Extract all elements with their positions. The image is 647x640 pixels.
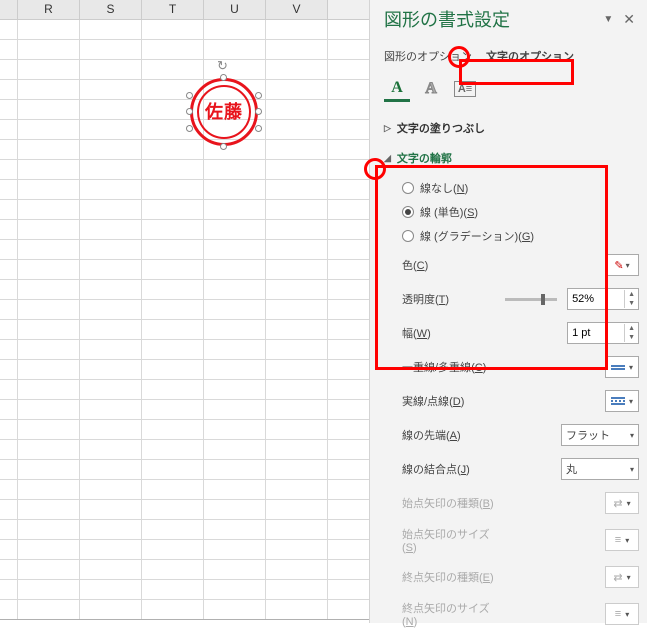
resize-handle[interactable]	[255, 92, 262, 99]
resize-handle[interactable]	[255, 108, 262, 115]
arrow-type-icon: ⇄	[613, 571, 622, 584]
arrow-size-icon: ≡	[615, 608, 621, 620]
tab-shape-options[interactable]: 図形のオプション	[384, 46, 472, 66]
join-type-combo[interactable]: 丸▾	[561, 458, 639, 480]
section-text-fill[interactable]: ▷ 文字の塗りつぶし	[384, 116, 639, 140]
spin-down-icon[interactable]: ▼	[625, 299, 638, 308]
prop-end-arrow-size: 終点矢印のサイズ(N) ≡▾	[402, 594, 639, 634]
stamp-inner-circle: 佐藤	[197, 85, 251, 139]
prop-transparency: 透明度(T) ▲▼	[402, 282, 639, 316]
begin-arrow-size-combo: ≡▾	[605, 529, 639, 551]
pane-options-dropdown-icon[interactable]: ▼	[597, 14, 619, 25]
section-text-outline[interactable]: ◢ 文字の輪郭	[384, 146, 639, 170]
radio-gradient-line[interactable]: 線 (グラデーション)(G)	[402, 224, 639, 248]
chevron-down-icon: ▾	[630, 465, 634, 474]
prop-dash: 実線/点線(D) ▾	[402, 384, 639, 418]
prop-end-arrow-type: 終点矢印の種類(E) ⇄▾	[402, 560, 639, 594]
prop-join: 線の結合点(J) 丸▾	[402, 452, 639, 486]
col-header-gap	[0, 0, 18, 19]
resize-handle[interactable]	[220, 74, 227, 81]
radio-icon	[402, 206, 414, 218]
chevron-down-icon: ▾	[630, 431, 634, 440]
col-header[interactable]: V	[266, 0, 328, 19]
resize-handle[interactable]	[220, 143, 227, 150]
column-headers: R S T U V	[0, 0, 369, 20]
chevron-down-icon: ▾	[625, 610, 629, 619]
compound-line-icon	[611, 365, 625, 370]
resize-handle[interactable]	[186, 125, 193, 132]
resize-handle[interactable]	[255, 125, 262, 132]
letter-a-fill-icon: A	[391, 79, 403, 97]
collapse-icon: ◢	[384, 153, 391, 164]
spin-up-icon[interactable]: ▲	[625, 324, 638, 333]
end-arrow-size-combo: ≡▾	[605, 603, 639, 625]
chevron-down-icon: ▾	[629, 363, 633, 372]
stamp-text: 佐藤	[205, 102, 243, 122]
section-label: 文字の輪郭	[397, 150, 452, 166]
arrow-type-icon: ⇄	[613, 497, 622, 510]
letter-a-outline-icon: A	[425, 80, 437, 98]
transparency-slider[interactable]	[505, 298, 557, 301]
pane-tabs: 図形のオプション 文字のオプション	[384, 46, 639, 66]
width-input[interactable]	[568, 327, 624, 339]
col-header[interactable]: S	[80, 0, 142, 19]
end-arrow-type-combo: ⇄▾	[605, 566, 639, 588]
width-spinner[interactable]: ▲▼	[567, 322, 639, 344]
text-box-tab[interactable]: A≡	[452, 76, 478, 102]
compound-line-combo[interactable]: ▾	[605, 356, 639, 378]
letter-a-box-icon: A≡	[454, 81, 476, 97]
radio-no-line[interactable]: 線なし(N)	[402, 176, 639, 200]
begin-arrow-type-combo: ⇄▾	[605, 492, 639, 514]
chevron-down-icon: ▾	[626, 261, 630, 270]
rotate-handle-icon[interactable]: ↻	[217, 58, 231, 72]
prop-begin-arrow-size: 始点矢印のサイズ(S) ≡▾	[402, 520, 639, 560]
close-icon[interactable]: ✕	[619, 11, 639, 28]
tab-text-options[interactable]: 文字のオプション	[486, 46, 574, 66]
prop-color: 色(C) ✎ ▾	[402, 248, 639, 282]
chevron-down-icon: ▾	[627, 573, 631, 582]
arrow-size-icon: ≡	[615, 534, 621, 546]
dash-line-icon	[611, 397, 625, 405]
spin-up-icon[interactable]: ▲	[625, 290, 638, 299]
col-header[interactable]: T	[142, 0, 204, 19]
prop-width: 幅(W) ▲▼	[402, 316, 639, 350]
selected-shape[interactable]: ↻ 佐藤	[190, 78, 258, 146]
resize-handle[interactable]	[186, 92, 193, 99]
chevron-down-icon: ▾	[627, 499, 631, 508]
transparency-spinner[interactable]: ▲▼	[567, 288, 639, 310]
expand-icon: ▷	[384, 123, 391, 134]
pane-title: 図形の書式設定	[384, 6, 585, 32]
color-picker-button[interactable]: ✎ ▾	[605, 254, 639, 276]
radio-icon	[402, 182, 414, 194]
radio-solid-line[interactable]: 線 (単色)(S)	[402, 200, 639, 224]
format-shape-pane: 図形の書式設定 ▼ ✕ 図形のオプション 文字のオプション A A A≡ ▷ 文…	[370, 0, 647, 623]
chevron-down-icon: ▾	[629, 397, 633, 406]
category-icons: A A A≡	[384, 76, 639, 102]
transparency-input[interactable]	[568, 293, 624, 305]
col-header[interactable]: U	[204, 0, 266, 19]
prop-cap: 線の先端(A) フラット▾	[402, 418, 639, 452]
cell-grid[interactable]	[0, 20, 369, 623]
prop-compound: 一重線/多重線(C) ▾	[402, 350, 639, 384]
radio-icon	[402, 230, 414, 242]
stamp-outer-circle: 佐藤	[190, 78, 258, 146]
chevron-down-icon: ▾	[625, 536, 629, 545]
pen-icon: ✎	[614, 259, 623, 272]
text-effects-tab[interactable]: A	[418, 76, 444, 102]
cap-type-combo[interactable]: フラット▾	[561, 424, 639, 446]
col-header[interactable]: R	[18, 0, 80, 19]
text-fill-outline-tab[interactable]: A	[384, 76, 410, 102]
resize-handle[interactable]	[186, 108, 193, 115]
dash-type-combo[interactable]: ▾	[605, 390, 639, 412]
spin-down-icon[interactable]: ▼	[625, 333, 638, 342]
spreadsheet-area[interactable]: R S T U V ↻ 佐藤	[0, 0, 370, 623]
prop-begin-arrow-type: 始点矢印の種類(B) ⇄▾	[402, 486, 639, 520]
section-label: 文字の塗りつぶし	[397, 120, 485, 136]
